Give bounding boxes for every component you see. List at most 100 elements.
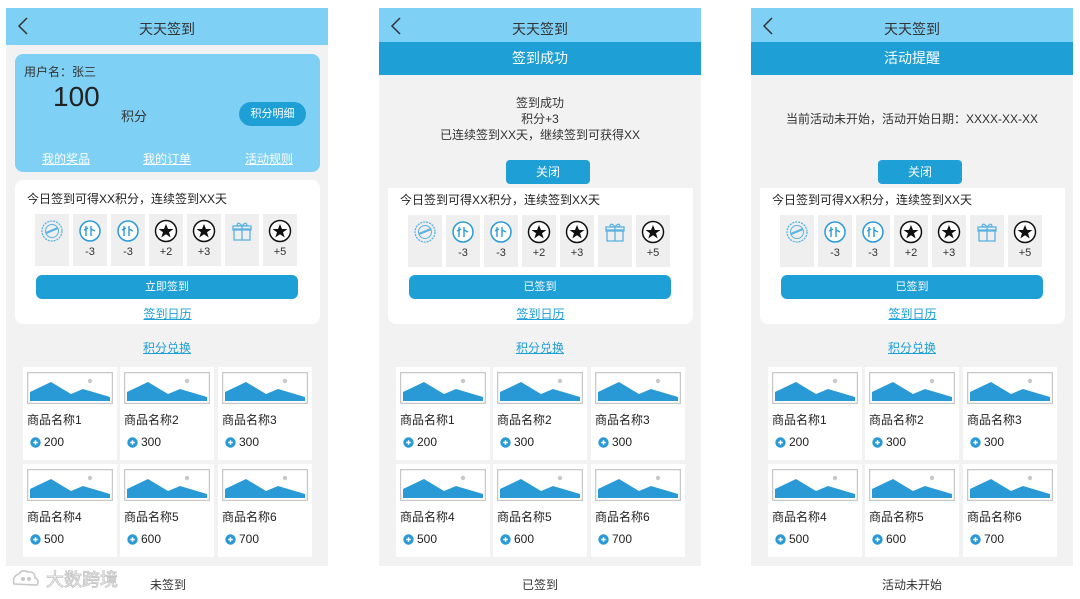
checkin-card: 今日签到可得XX积分，连续签到XX天 -3 -3 +2 +3 +5 立即签到 签到日历 xyxy=(15,180,320,324)
checkin-day-tile: +3 xyxy=(187,214,221,266)
product-card[interactable]: 商品名称4 500 xyxy=(768,464,862,557)
exchange-link[interactable]: 积分兑换 xyxy=(751,339,1073,356)
product-card[interactable]: 商品名称1 200 xyxy=(396,367,490,460)
product-price: 200 xyxy=(417,435,438,449)
day-points-value: -3 xyxy=(496,247,506,259)
signed-button[interactable]: 已签到 xyxy=(781,275,1043,299)
product-card[interactable]: 商品名称6 700 xyxy=(591,464,685,557)
points-coin-icon xyxy=(970,437,981,448)
calendar-link[interactable]: 签到日历 xyxy=(388,305,693,322)
day-points-value: +5 xyxy=(1018,247,1032,259)
product-price: 600 xyxy=(886,532,907,546)
gift-icon xyxy=(230,219,254,243)
gift-icon xyxy=(975,220,999,244)
activity-rules-link[interactable]: 活动规则 xyxy=(245,150,293,167)
day-points-value: +2 xyxy=(159,246,173,258)
image-placeholder-icon xyxy=(966,371,1054,405)
points-coin-icon xyxy=(872,437,883,448)
modal-body: 当前活动未开始，活动开始日期：XXXX-XX-XX 关闭 xyxy=(751,75,1073,189)
product-card[interactable]: 商品名称6 700 xyxy=(218,464,312,557)
checkin-day-tile xyxy=(35,214,69,266)
modal-line: 当前活动未开始，活动开始日期：XXXX-XX-XX xyxy=(785,112,1039,126)
product-card[interactable]: 商品名称5 600 xyxy=(120,464,214,557)
checkin-text: 今日签到可得XX积分，连续签到XX天 xyxy=(27,192,228,206)
product-name: 商品名称1 xyxy=(400,413,455,427)
product-price: 500 xyxy=(44,532,65,546)
day-points-value: +5 xyxy=(273,246,287,258)
image-placeholder-icon xyxy=(594,468,682,502)
product-name: 商品名称4 xyxy=(400,510,455,524)
image-placeholder-icon xyxy=(123,371,211,405)
product-name: 商品名称6 xyxy=(222,510,277,524)
day-points-value: +2 xyxy=(904,247,918,259)
product-name: 商品名称4 xyxy=(772,510,827,524)
product-name: 商品名称6 xyxy=(967,510,1022,524)
modal-header: 活动提醒 xyxy=(751,42,1073,75)
product-name: 商品名称1 xyxy=(27,413,82,427)
points-coin-icon xyxy=(598,534,609,545)
points-value: 100 xyxy=(53,81,100,112)
points-coin-icon xyxy=(775,534,786,545)
page-title: 天天签到 xyxy=(884,21,940,37)
calendar-link[interactable]: 签到日历 xyxy=(760,305,1065,322)
image-placeholder-icon xyxy=(771,468,859,502)
star-icon xyxy=(937,220,961,244)
top-bar: 天天签到 xyxy=(751,8,1073,45)
modal-header: 签到成功 xyxy=(379,42,701,75)
product-price: 300 xyxy=(984,435,1005,449)
checkin-day-tile: +5 xyxy=(263,214,297,266)
product-card[interactable]: 商品名称4 500 xyxy=(396,464,490,557)
product-card[interactable]: 商品名称3 300 xyxy=(218,367,312,460)
star-icon xyxy=(268,219,292,243)
product-card[interactable]: 商品名称1 200 xyxy=(768,367,862,460)
signed-button[interactable]: 已签到 xyxy=(409,275,671,299)
points-coin-icon xyxy=(403,534,414,545)
product-card[interactable]: 商品名称2 300 xyxy=(865,367,959,460)
star-icon xyxy=(154,219,178,243)
points-coin-icon xyxy=(970,534,981,545)
checkin-day-tile: +2 xyxy=(149,214,183,266)
product-price: 300 xyxy=(612,435,633,449)
my-prizes-link[interactable]: 我的奖品 xyxy=(42,150,90,167)
product-card[interactable]: 商品名称3 300 xyxy=(591,367,685,460)
day-points-value: +3 xyxy=(197,246,211,258)
product-card[interactable]: 商品名称3 300 xyxy=(963,367,1057,460)
checkin-day-tile: +5 xyxy=(1008,215,1042,267)
product-name: 商品名称2 xyxy=(869,413,924,427)
my-orders-link[interactable]: 我的订单 xyxy=(143,150,191,167)
product-card[interactable]: 商品名称1 200 xyxy=(23,367,117,460)
close-button[interactable]: 关闭 xyxy=(878,160,962,184)
close-button[interactable]: 关闭 xyxy=(506,160,590,184)
points-detail-button[interactable]: 积分明细 xyxy=(239,102,306,126)
star-icon xyxy=(641,220,665,244)
product-price: 300 xyxy=(239,435,260,449)
calendar-link[interactable]: 签到日历 xyxy=(15,305,320,322)
product-name: 商品名称5 xyxy=(497,510,552,524)
product-card[interactable]: 商品名称5 600 xyxy=(865,464,959,557)
screen-not-signed: 天天签到 用户名：张三 100 积分 积分明细 我的奖品 我的订单 活动规则 今… xyxy=(6,8,328,566)
gift-icon xyxy=(603,220,627,244)
day-points-value: -3 xyxy=(868,247,878,259)
product-price: 300 xyxy=(514,435,535,449)
star-icon xyxy=(565,220,589,244)
product-card[interactable]: 商品名称2 300 xyxy=(120,367,214,460)
bu-icon xyxy=(451,220,475,244)
modal-line: 已连续签到XX天，继续签到可获得XX xyxy=(439,128,641,142)
product-card[interactable]: 商品名称6 700 xyxy=(963,464,1057,557)
points-coin-icon xyxy=(872,534,883,545)
top-bar: 天天签到 xyxy=(379,8,701,45)
product-card[interactable]: 商品名称2 300 xyxy=(493,367,587,460)
exchange-link[interactable]: 积分兑换 xyxy=(6,339,328,356)
caption-signed: 已签到 xyxy=(522,578,559,592)
product-price: 500 xyxy=(417,532,438,546)
points-coin-icon xyxy=(500,534,511,545)
stamp-icon xyxy=(785,220,809,244)
product-price: 600 xyxy=(514,532,535,546)
product-card[interactable]: 商品名称4 500 xyxy=(23,464,117,557)
image-placeholder-icon xyxy=(868,468,956,502)
product-name: 商品名称6 xyxy=(595,510,650,524)
product-card[interactable]: 商品名称5 600 xyxy=(493,464,587,557)
screen-signed: 天天签到 签到成功 签到成功 积分+3 已连续签到XX天，继续签到可获得XX 关… xyxy=(379,8,701,566)
sign-in-button[interactable]: 立即签到 xyxy=(36,275,298,299)
exchange-link[interactable]: 积分兑换 xyxy=(379,339,701,356)
